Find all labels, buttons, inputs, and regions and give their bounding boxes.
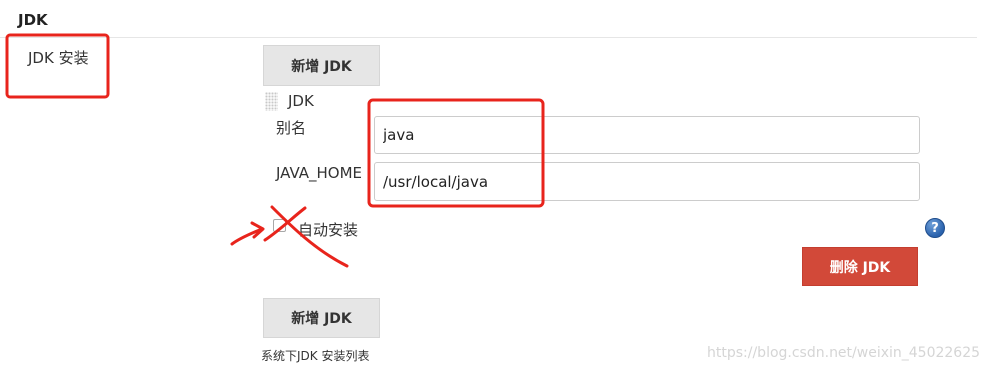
help-icon[interactable]: ? bbox=[925, 218, 945, 238]
delete-jdk-button[interactable]: 删除 JDK bbox=[802, 247, 918, 286]
java-home-label: JAVA_HOME bbox=[276, 164, 363, 182]
section-divider bbox=[0, 37, 977, 38]
jdk-install-label: JDK 安装 bbox=[28, 49, 89, 67]
alias-input[interactable] bbox=[374, 116, 920, 154]
jdk-list-description: 系统下JDK 安装列表 bbox=[261, 349, 370, 363]
annotation-arrow-shaft bbox=[230, 227, 264, 246]
section-title: JDK bbox=[18, 11, 48, 29]
auto-install-label[interactable]: 自动安装 bbox=[298, 219, 358, 240]
auto-install-checkbox[interactable] bbox=[273, 219, 286, 232]
java-home-input[interactable] bbox=[374, 162, 920, 201]
drag-handle-icon[interactable] bbox=[265, 92, 278, 111]
jdk-installation-header: JDK bbox=[288, 92, 314, 110]
add-jdk-button-bottom[interactable]: 新增 JDK bbox=[263, 298, 380, 338]
alias-label: 别名 bbox=[276, 119, 307, 137]
annotation-arrow-head bbox=[250, 221, 265, 239]
add-jdk-button[interactable]: 新增 JDK bbox=[263, 45, 380, 86]
watermark: https://blog.csdn.net/weixin_45022625 bbox=[707, 345, 981, 361]
